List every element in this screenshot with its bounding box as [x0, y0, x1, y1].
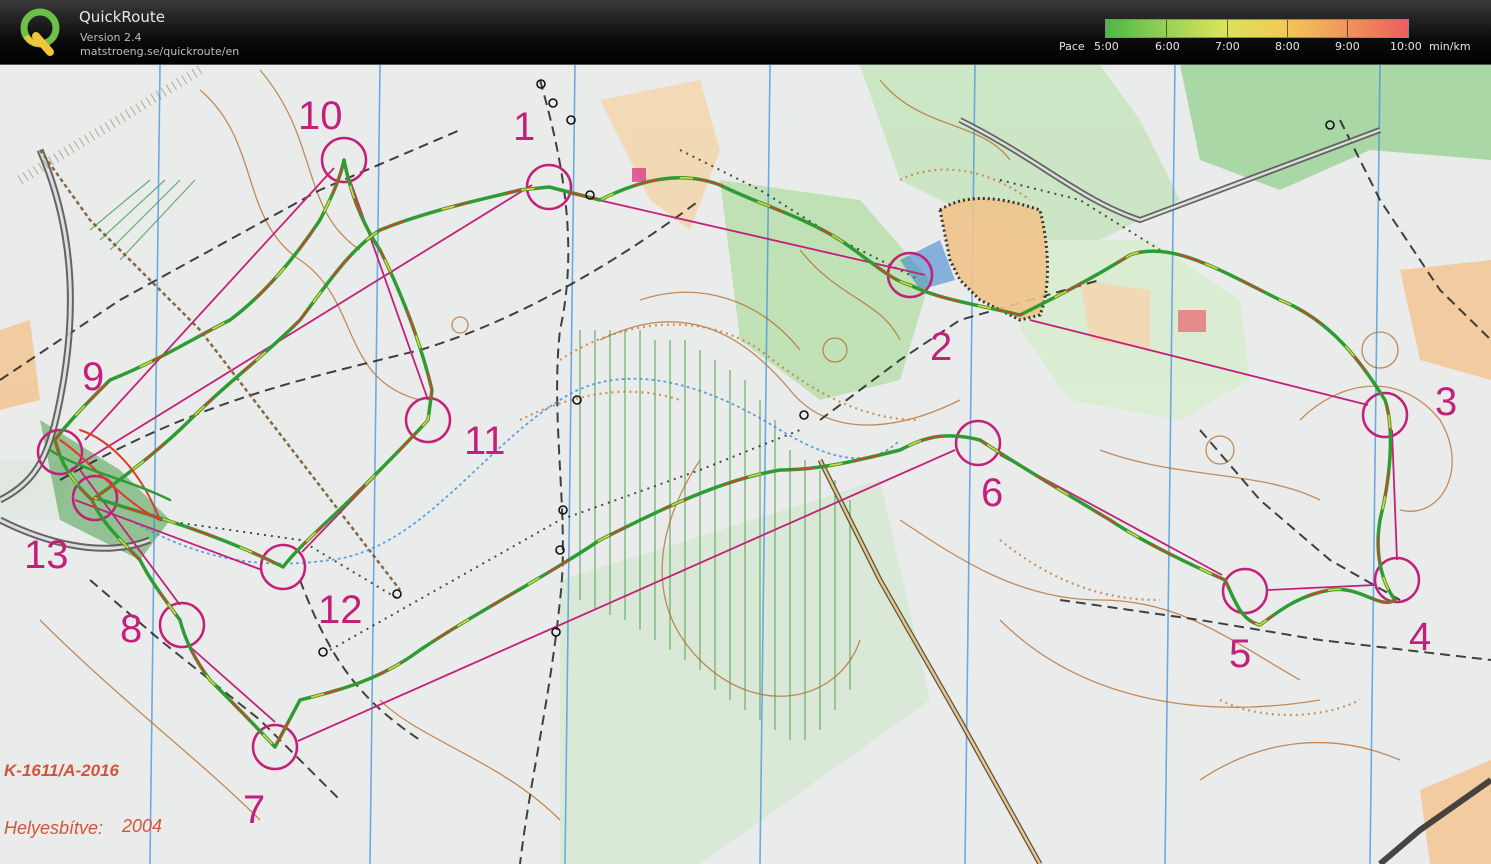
app-url[interactable]: matstroeng.se/quickroute/en — [80, 45, 239, 58]
pace-label: Pace — [1059, 40, 1085, 53]
pace-tick-6: 10:00 — [1390, 40, 1422, 53]
map-graphics — [0, 65, 1491, 864]
pace-tick-5: 9:00 — [1335, 40, 1360, 53]
control-number-2: 2 — [930, 325, 953, 369]
pace-tick-2: 6:00 — [1155, 40, 1180, 53]
map-updated-label: Helyesbítve: — [4, 818, 104, 838]
control-number-7: 7 — [243, 788, 266, 832]
control-number-4: 4 — [1409, 615, 1432, 659]
control-number-8: 8 — [120, 607, 143, 651]
quickroute-logo-icon — [20, 8, 60, 56]
control-number-12: 12 — [318, 588, 363, 632]
app-title: QuickRoute — [79, 8, 165, 26]
control-number-10: 10 — [298, 94, 343, 138]
orienteering-map-canvas[interactable]: 1 2 3 4 5 6 7 8 9 10 11 12 13 K-1611/A-2… — [0, 65, 1491, 864]
pace-tick-4: 8:00 — [1275, 40, 1300, 53]
control-number-6: 6 — [981, 471, 1004, 515]
control-number-1: 1 — [513, 105, 536, 149]
app-version: Version 2.4 — [80, 31, 142, 44]
map-sheet-code: K-1611/A-2016 — [4, 761, 119, 780]
control-number-9: 9 — [82, 355, 105, 399]
map-pink-area — [1178, 310, 1206, 332]
pace-color-scale — [1105, 19, 1409, 38]
control-number-13: 13 — [24, 533, 69, 577]
pace-tick-3: 7:00 — [1215, 40, 1240, 53]
pace-unit: min/km — [1429, 40, 1471, 53]
control-number-3: 3 — [1435, 380, 1458, 424]
control-number-11: 11 — [464, 419, 506, 463]
map-updated-year: 2004 — [122, 816, 163, 836]
app-header: QuickRoute Version 2.4 matstroeng.se/qui… — [0, 0, 1491, 65]
pace-tick-1: 5:00 — [1094, 40, 1119, 53]
map-pink-dot — [632, 168, 646, 182]
control-number-5: 5 — [1229, 632, 1252, 676]
